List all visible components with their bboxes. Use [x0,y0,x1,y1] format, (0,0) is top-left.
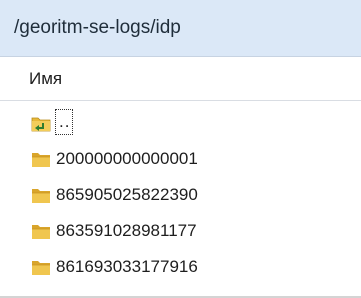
folder-name: 200000000000001 [56,149,198,168]
folder-name: 863591028981177 [56,221,197,240]
list-item-parent-directory[interactable]: .. [0,106,361,142]
folder-name: 861693033177916 [56,257,198,276]
folder-icon [32,189,50,203]
file-browser-panel: /georitm-se-logs/idp Имя .. 200000000000… [0,0,361,298]
folder-name: 865905025822390 [56,185,198,204]
folder-up-icon [31,117,51,132]
column-header-name[interactable]: Имя [29,69,62,89]
list-item-folder[interactable]: 861693033177916 [0,250,361,286]
current-path: /georitm-se-logs/idp [14,17,181,38]
path-bar: /georitm-se-logs/idp [0,0,361,57]
folder-icon [32,225,50,239]
list-item-folder[interactable]: 865905025822390 [0,178,361,214]
parent-directory-label[interactable]: .. [55,109,73,135]
column-header-row[interactable]: Имя [0,57,361,101]
folder-icon [32,261,50,275]
list-item-folder[interactable]: 863591028981177 [0,214,361,250]
folder-icon [32,153,50,167]
file-list: .. 200000000000001 865905025822390 86359… [0,106,361,286]
list-item-folder[interactable]: 200000000000001 [0,142,361,178]
